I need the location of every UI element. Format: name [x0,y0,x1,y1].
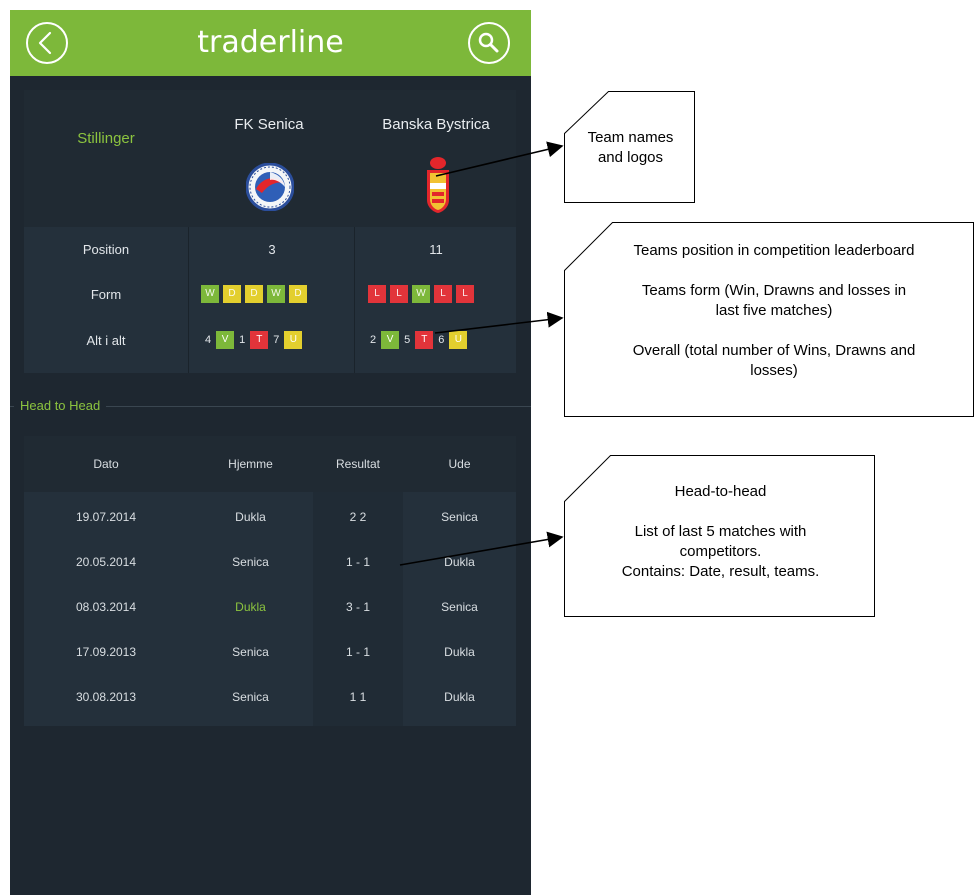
column-header-date: Dato [93,457,119,471]
losses-count: 6 [438,334,445,346]
match-home-team: Senica [232,645,269,659]
form-badge: D [223,285,241,303]
match-home-team: Dukla [235,600,266,614]
match-date: 20.05.2014 [75,555,137,569]
column-divider [354,227,355,373]
form-badge: D [289,285,307,303]
losses-badge: U [284,331,303,349]
match-home-team: Dukla [235,510,266,524]
callout-head-to-head: Head-to-head List of last 5 matches with… [564,455,875,617]
away-form: L L W L L [368,285,474,303]
match-away-team: Senica [441,510,478,524]
phone-screen: traderline Stillinger FK Senica Banska B… [10,10,531,895]
form-badge: L [390,285,408,303]
match-home-team: Senica [232,690,269,704]
wins-badge: V [216,331,235,349]
callout-line: Team names [587,129,674,146]
form-label: Form [90,287,122,302]
search-button[interactable] [468,22,510,64]
table-row[interactable]: 17.09.2013 Senica 1 - 1 Dukla [24,630,516,675]
home-team-logo [246,163,294,211]
table-row[interactable]: 30.08.2013 Senica 1 1 Dukla [24,675,516,720]
callout-line: Overall (total number of Wins, Drawns an… [632,342,916,359]
losses-count: 7 [273,334,280,346]
position-label: Position [82,242,130,257]
home-team-name: FK Senica [234,116,304,133]
match-away-team: Senica [441,600,478,614]
match-date: 08.03.2014 [75,600,137,614]
home-overall: 4 V 1 T 7 U [205,331,303,349]
match-result: 1 1 [349,690,367,704]
top-bar: traderline [10,10,531,76]
callout-line: last five matches) [715,302,833,319]
column-header-away: Ude [448,457,471,471]
away-overall: 2 V 5 T 6 U [370,331,468,349]
match-date: 30.08.2013 [75,690,137,704]
draws-badge: T [250,331,269,349]
match-date: 17.09.2013 [75,645,137,659]
table-row[interactable]: 19.07.2014 Dukla 2 2 Senica [24,495,516,540]
away-position: 11 [429,242,443,257]
head-to-head-table: Dato Hjemme Resultat Ude 19.07.2014 Dukl… [24,436,516,726]
wins-badge: V [381,331,400,349]
match-result: 1 - 1 [345,555,370,569]
column-divider [188,227,189,373]
match-result: 3 - 1 [345,600,370,614]
match-result: 1 - 1 [345,645,370,659]
away-team-logo [427,157,449,213]
losses-badge: U [449,331,468,349]
callout-line: competitors. [679,543,762,560]
standings-label: Stillinger [77,130,135,147]
home-position: 3 [268,242,276,257]
form-badge: L [368,285,386,303]
match-away-team: Dukla [444,645,475,659]
home-form: W D D W D [201,285,307,303]
form-badge: W [267,285,285,303]
match-result: 2 2 [349,510,367,524]
standings-card: Stillinger FK Senica Banska Bystrica Pos… [24,90,516,373]
away-team-name: Banska Bystrica [382,116,490,133]
match-away-team: Dukla [444,690,475,704]
head-to-head-title: Head to Head [14,398,107,413]
table-row[interactable]: 20.05.2014 Senica 1 - 1 Dukla [24,540,516,585]
callout-text: Team names and logos [565,128,696,168]
callout-line: Teams form (Win, Drawns and losses in [641,282,907,299]
callout-line: Contains: Date, result, teams. [621,563,820,580]
wins-count: 2 [370,334,377,346]
form-badge: L [456,285,474,303]
draws-count: 1 [239,334,246,346]
callout-line: Head-to-head [674,483,767,500]
callout-line: and logos [597,149,664,166]
search-icon [478,32,499,53]
overall-label: Alt i alt [86,333,126,348]
wins-count: 4 [205,334,212,346]
match-away-team: Dukla [444,555,475,569]
callout-text: Teams position in competition leaderboar… [575,241,973,381]
callout-teams-info: Teams position in competition leaderboar… [564,222,974,417]
callout-text: Head-to-head List of last 5 matches with… [565,482,876,582]
callout-line [575,321,973,341]
form-badge: W [201,285,219,303]
callout-line: List of last 5 matches with [634,523,807,540]
callout-line: losses) [750,362,798,379]
callout-line [575,261,973,281]
form-badge: W [412,285,430,303]
draws-count: 5 [404,334,411,346]
app-title: traderline [197,25,344,60]
form-badge: L [434,285,452,303]
callout-line [565,502,876,522]
match-date: 19.07.2014 [75,510,137,524]
callout-team-names: Team names and logos [564,91,695,203]
draws-badge: T [415,331,434,349]
match-home-team: Senica [232,555,269,569]
form-badge: D [245,285,263,303]
table-row[interactable]: 08.03.2014 Dukla 3 - 1 Senica [24,585,516,630]
column-header-result: Resultat [335,457,381,471]
callout-line: Teams position in competition leaderboar… [633,242,915,259]
column-header-home: Hjemme [228,457,273,471]
